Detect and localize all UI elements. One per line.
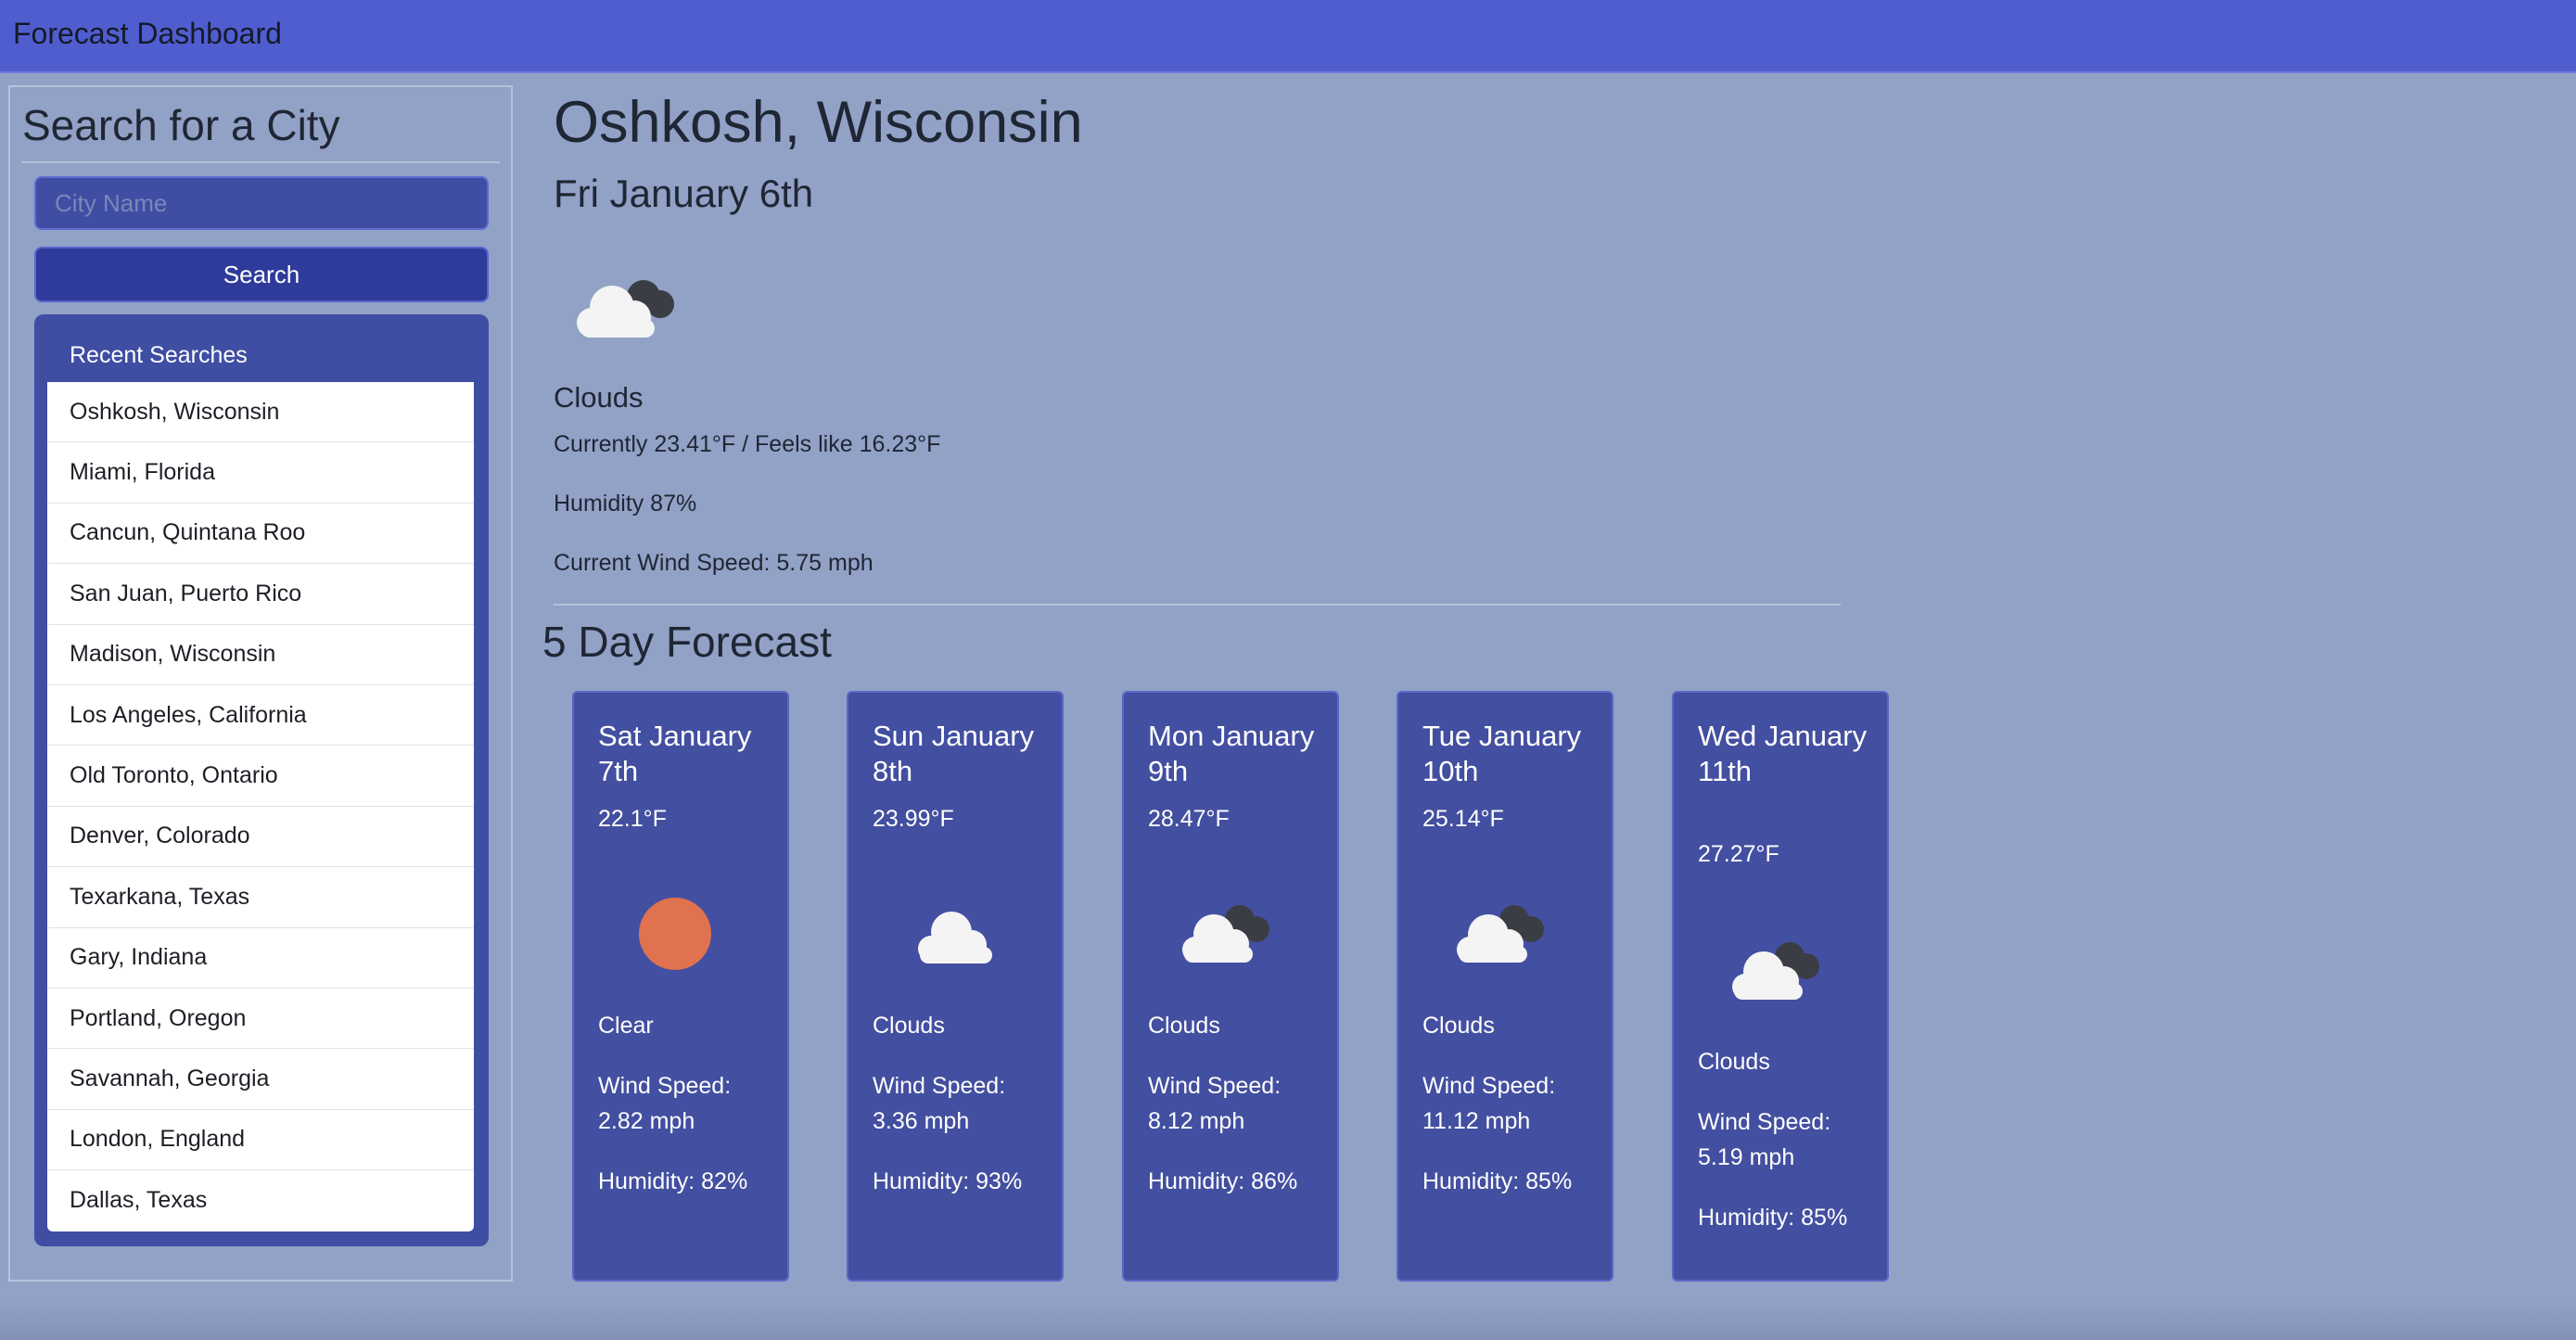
sidebar: Search for a City Search Recent Searches…	[8, 85, 513, 1282]
recent-search-item[interactable]: San Juan, Puerto Rico	[47, 564, 474, 625]
current-date: Fri January 6th	[554, 172, 814, 215]
forecast-humidity: Humidity: 93%	[873, 1168, 1023, 1194]
recent-search-item[interactable]: Cancun, Quintana Roo	[47, 504, 474, 565]
forecast-date: Tue January 10th	[1422, 720, 1582, 787]
recent-search-item[interactable]: Madison, Wisconsin	[47, 625, 474, 685]
forecast-card: Sat January 7th 22.1°F Clear Wind Speed:…	[572, 691, 789, 1282]
current-temperature: Currently 23.41°F / Feels like 16.23°F	[554, 431, 941, 457]
recent-search-item[interactable]: Texarkana, Texas	[47, 867, 474, 928]
forecast-wind: Wind Speed: 2.82 mph	[598, 1073, 732, 1134]
forecast-temp: 22.1°F	[598, 806, 667, 832]
forecast-temp: 23.99°F	[873, 806, 954, 832]
sun-icon	[639, 898, 711, 970]
clouds-icon	[1732, 942, 1819, 1000]
forecast-card: Wed January 11th 27.27°F Clouds Wind Spe…	[1672, 691, 1889, 1282]
recent-search-item[interactable]: Savannah, Georgia	[47, 1049, 474, 1110]
divider	[21, 161, 500, 163]
recent-search-item[interactable]: Dallas, Texas	[47, 1170, 474, 1231]
forecast-humidity: Humidity: 85%	[1698, 1205, 1848, 1231]
forecast-wind: Wind Speed: 8.12 mph	[1148, 1073, 1282, 1134]
forecast-temp: 28.47°F	[1148, 806, 1230, 832]
forecast-conditions: Clouds	[1148, 1013, 1220, 1039]
forecast-temp: 25.14°F	[1422, 806, 1504, 832]
forecast-conditions: Clouds	[873, 1013, 945, 1039]
forecast-date: Sun January 8th	[873, 720, 1035, 787]
forecast-conditions: Clouds	[1698, 1049, 1770, 1075]
page-footer-shade	[0, 1298, 2576, 1340]
navbar: Forecast Dashboard	[0, 0, 2576, 73]
clouds-icon	[577, 280, 674, 338]
forecast-card: Sun January 8th 23.99°F Clouds Wind Spee…	[847, 691, 1064, 1282]
forecast-date: Mon January 9th	[1148, 720, 1315, 787]
forecast-heading: 5 Day Forecast	[542, 618, 832, 666]
search-heading: Search for a City	[22, 101, 340, 149]
forecast-card: Mon January 9th 28.47°F Clouds Wind Spee…	[1122, 691, 1339, 1282]
recent-searches-list: Oshkosh, Wisconsin Miami, Florida Cancun…	[47, 382, 474, 1232]
current-city-title: Oshkosh, Wisconsin	[554, 90, 1083, 155]
current-wind-speed: Current Wind Speed: 5.75 mph	[554, 550, 874, 576]
forecast-conditions: Clear	[598, 1013, 654, 1039]
current-conditions: Clouds	[554, 381, 644, 414]
app-title[interactable]: Forecast Dashboard	[13, 17, 282, 51]
forecast-date: Wed January 11th	[1698, 720, 1868, 787]
recent-search-item[interactable]: Los Angeles, California	[47, 685, 474, 747]
forecast-card: Tue January 10th 25.14°F Clouds Wind Spe…	[1396, 691, 1613, 1282]
recent-search-item[interactable]: Miami, Florida	[47, 442, 474, 504]
forecast-humidity: Humidity: 85%	[1422, 1168, 1573, 1194]
current-humidity: Humidity 87%	[554, 491, 697, 517]
recent-search-item[interactable]: Oshkosh, Wisconsin	[47, 382, 474, 443]
recent-search-item[interactable]: Denver, Colorado	[47, 807, 474, 868]
recent-searches-heading: Recent Searches	[70, 342, 248, 368]
forecast-wind: Wind Speed: 11.12 mph	[1422, 1073, 1556, 1134]
search-button[interactable]: Search	[34, 247, 489, 302]
recent-search-item[interactable]: London, England	[47, 1110, 474, 1171]
forecast-wind: Wind Speed: 3.36 mph	[873, 1073, 1006, 1134]
city-search-input[interactable]	[34, 176, 489, 230]
clouds-icon	[1182, 905, 1269, 963]
forecast-wind: Wind Speed: 5.19 mph	[1698, 1109, 1831, 1170]
divider	[554, 604, 1841, 606]
recent-search-item[interactable]: Gary, Indiana	[47, 928, 474, 989]
forecast-temp: 27.27°F	[1698, 841, 1779, 867]
recent-searches-panel: Recent Searches Oshkosh, Wisconsin Miami…	[34, 314, 489, 1246]
forecast-humidity: Humidity: 86%	[1148, 1168, 1298, 1194]
forecast-humidity: Humidity: 82%	[598, 1168, 748, 1194]
forecast-conditions: Clouds	[1422, 1013, 1495, 1039]
recent-search-item[interactable]: Old Toronto, Ontario	[47, 746, 474, 807]
forecast-date: Sat January 7th	[598, 720, 752, 787]
clouds-icon	[1457, 905, 1544, 963]
cloud-icon	[918, 912, 992, 964]
recent-search-item[interactable]: Portland, Oregon	[47, 989, 474, 1050]
